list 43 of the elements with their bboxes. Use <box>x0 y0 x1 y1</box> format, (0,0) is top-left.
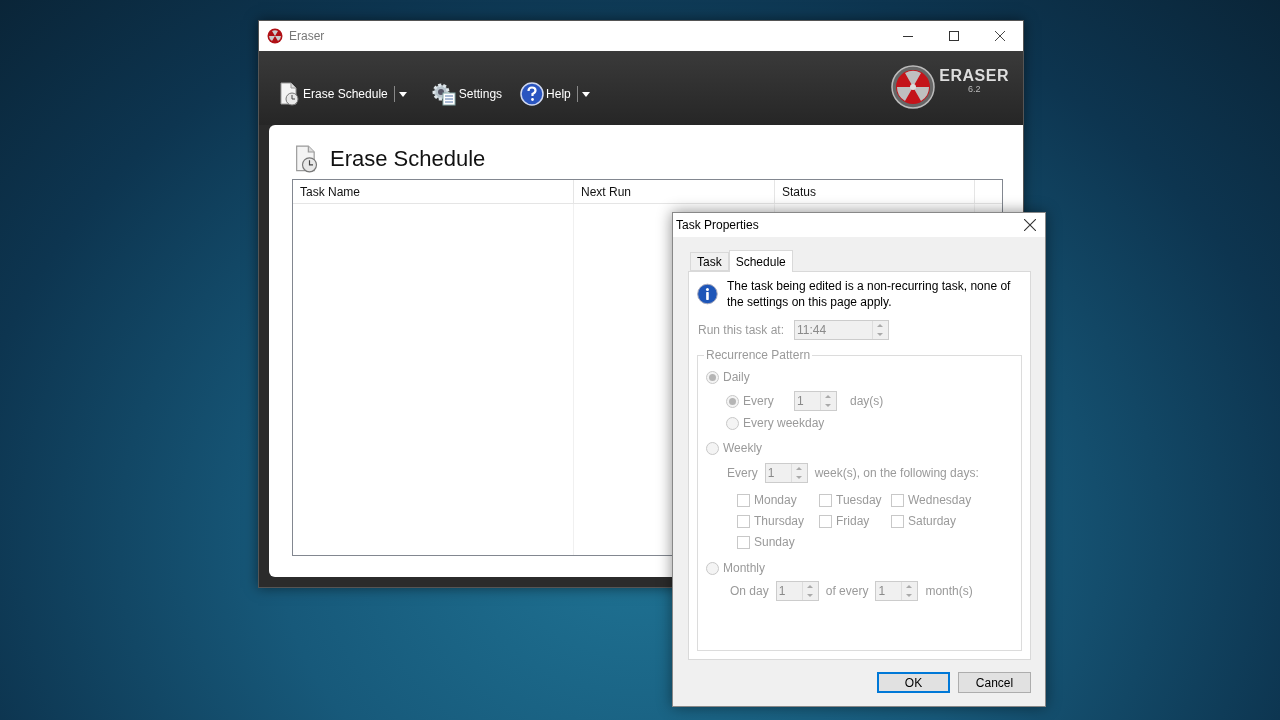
checkbox-label: Wednesday <box>908 493 972 507</box>
page-title: Erase Schedule <box>330 146 486 172</box>
close-icon <box>1024 219 1036 231</box>
maximize-icon <box>949 31 959 41</box>
radio-label: Daily <box>723 370 750 384</box>
unit-label: day(s) <box>850 394 884 408</box>
unit-label: month(s) <box>925 584 973 598</box>
radio-label: Monthly <box>723 561 766 575</box>
column-header[interactable]: Next Run <box>574 180 775 204</box>
field-label: On day <box>730 584 769 598</box>
caret-icon <box>581 91 590 97</box>
field-label: Run this task at: <box>698 323 785 337</box>
toolbar-button[interactable]: Settings <box>428 82 505 106</box>
checkbox-label: Monday <box>754 493 797 507</box>
toolbar-button[interactable]: Help <box>518 82 573 106</box>
field-label: of every <box>825 584 869 598</box>
app-icon <box>267 28 283 44</box>
checkbox-label: Tuesday <box>836 493 882 507</box>
radio-label: Every weekday <box>743 416 825 430</box>
group-legend: Recurrence Pattern <box>704 348 813 362</box>
window-title: Eraser <box>289 29 326 43</box>
field-label: Every <box>727 466 758 480</box>
toolbar-button[interactable]: Erase Schedule <box>275 82 390 106</box>
column-header[interactable]: Task Name <box>293 180 574 204</box>
gear-list-icon <box>430 82 457 106</box>
minimize-icon <box>903 35 913 37</box>
checkbox-label: Sunday <box>754 535 795 549</box>
radio-label: Every <box>743 394 774 408</box>
checkbox-label: Friday <box>836 514 870 528</box>
document-clock-icon <box>277 82 301 106</box>
logo-text: ERASER <box>939 67 1009 85</box>
caret-icon <box>398 91 407 97</box>
radiation-logo-icon <box>891 65 936 109</box>
info-message: The task being edited is a non-recurring task, none of the settings on this page apply. <box>726 278 1012 310</box>
checkbox-label: Saturday <box>908 514 957 528</box>
checkbox-label: Thursday <box>754 514 805 528</box>
radio-label: Weekly <box>723 441 763 455</box>
version-text: 6.2 <box>967 85 981 94</box>
column-header[interactable]: Status <box>775 180 975 204</box>
unit-label: week(s), on the following days: <box>814 466 979 480</box>
help-icon <box>520 82 545 106</box>
close-icon <box>995 31 1005 41</box>
dialog-title: Task Properties <box>676 218 760 232</box>
